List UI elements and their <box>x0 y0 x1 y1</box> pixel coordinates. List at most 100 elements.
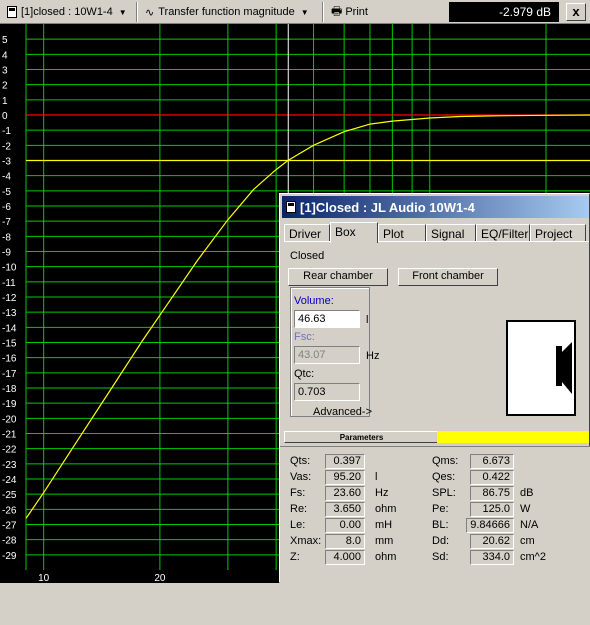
param-label: Le: <box>290 519 306 531</box>
y-tick-label: 3 <box>2 66 8 77</box>
toolbar-separator <box>136 2 138 22</box>
view-select[interactable]: ∿ Transfer function magnitude ▼ <box>142 2 312 22</box>
param-value: 95.20 <box>325 470 365 485</box>
param-label: Qes: <box>432 471 456 483</box>
param-value: 3.650 <box>325 502 365 517</box>
y-tick-label: -16 <box>2 354 17 365</box>
fsc-field: 43.07 <box>294 346 360 364</box>
y-tick-label: -23 <box>2 460 17 471</box>
tab-project[interactable]: Project <box>530 224 586 242</box>
param-label: Re: <box>290 503 308 515</box>
tab-driver[interactable]: Driver <box>284 224 330 242</box>
qtc-field: 0.703 <box>294 383 360 401</box>
param-label: SPL: <box>432 487 456 499</box>
volume-label: Volume: <box>294 295 334 307</box>
x-tick-label: 20 <box>154 573 166 583</box>
param-unit: ohm <box>375 503 397 515</box>
param-label: Xmax: <box>290 535 322 547</box>
y-tick-label: -1 <box>2 126 11 137</box>
y-tick-label: -20 <box>2 414 17 425</box>
advanced-button[interactable]: Advanced-> <box>313 406 372 418</box>
param-unit: W <box>520 503 531 515</box>
param-value: 0.397 <box>325 454 365 469</box>
fsc-unit: Hz <box>366 350 380 362</box>
dialog-title-bar[interactable]: [1]Closed : JL Audio 10W1-4 <box>282 196 589 218</box>
volume-input[interactable]: 46.63 <box>294 310 360 328</box>
y-tick-label: -22 <box>2 445 17 456</box>
y-tick-label: -26 <box>2 505 17 516</box>
tab-signal[interactable]: Signal <box>426 224 476 242</box>
cursor-readout: -2.979 dB <box>449 2 559 22</box>
window-icon <box>286 201 296 213</box>
view-select-label: Transfer function magnitude <box>158 6 295 18</box>
parameters-bar <box>437 431 589 443</box>
y-tick-label: -21 <box>2 430 17 441</box>
param-label: Z: <box>290 551 300 563</box>
y-tick-label: -2 <box>2 141 11 152</box>
param-unit: l <box>375 471 378 483</box>
y-tick-label: -24 <box>2 475 17 486</box>
y-tick-label: -17 <box>2 369 17 380</box>
param-label: Vas: <box>290 471 312 483</box>
param-value: 334.0 <box>470 550 514 565</box>
y-tick-label: -19 <box>2 399 17 410</box>
y-tick-label: 0 <box>2 111 8 122</box>
param-label: Sd: <box>432 551 449 563</box>
y-tick-label: -15 <box>2 339 17 350</box>
param-label: Dd: <box>432 535 450 547</box>
y-tick-label: -25 <box>2 490 17 501</box>
tab-eq-filter[interactable]: EQ/Filter <box>476 224 530 242</box>
print-button[interactable]: 🖶 Print <box>328 2 371 22</box>
tab-plot[interactable]: Plot <box>378 224 426 242</box>
print-label: Print <box>345 6 368 18</box>
toolbar: [1]closed : 10W1-4 ▼ ∿ Transfer function… <box>0 0 590 24</box>
y-tick-label: -27 <box>2 521 17 532</box>
y-tick-label: -11 <box>2 278 16 289</box>
y-tick-label: -9 <box>2 248 11 259</box>
waveform-icon: ∿ <box>145 6 155 19</box>
param-value: 125.0 <box>470 502 514 517</box>
tab-strip: Driver Box Plot Signal EQ/Filter Project <box>284 222 589 243</box>
param-value: 23.60 <box>325 486 365 501</box>
param-label: Fs: <box>290 487 306 499</box>
front-chamber-button[interactable]: Front chamber <box>398 268 498 286</box>
y-tick-label: 4 <box>2 50 8 61</box>
param-value: 4.000 <box>325 550 365 565</box>
y-tick-label: 2 <box>2 81 8 92</box>
param-value: 6.673 <box>470 454 514 469</box>
tab-label: Box <box>335 225 356 239</box>
box-diagram <box>506 320 576 416</box>
param-value: 20.62 <box>470 534 514 549</box>
param-label: BL: <box>432 519 449 531</box>
y-tick-label: -4 <box>2 172 11 183</box>
y-tick-label: 1 <box>2 96 8 107</box>
tab-label: Driver <box>289 227 321 241</box>
y-tick-label: -12 <box>2 293 17 304</box>
volume-unit: l <box>366 314 369 326</box>
rear-chamber-button[interactable]: Rear chamber <box>288 268 388 286</box>
param-value: 86.75 <box>470 486 514 501</box>
qtc-label: Qtc: <box>294 368 315 380</box>
param-value: 0.00 <box>325 518 365 533</box>
tab-label: EQ/Filter <box>481 227 529 241</box>
param-unit: cm^2 <box>520 551 546 563</box>
close-button[interactable]: x <box>566 3 586 21</box>
parameters-panel: Qts: 0.397 Vas: 95.20 l Fs: 23.60 Hz Re:… <box>280 446 590 584</box>
tab-box[interactable]: Box <box>330 222 378 243</box>
param-value: 9.84666 <box>466 518 514 533</box>
dialog-title: [1]Closed : JL Audio 10W1-4 <box>300 199 475 215</box>
printer-icon: 🖶 <box>331 3 343 18</box>
fsc-label: Fsc: <box>294 331 315 343</box>
param-label: Qts: <box>290 455 311 467</box>
param-value: 8.0 <box>325 534 365 549</box>
window-icon <box>7 6 17 18</box>
y-tick-label: -5 <box>2 187 11 198</box>
y-tick-label: 5 <box>2 35 8 46</box>
box-dialog: [1]Closed : JL Audio 10W1-4 Driver Box P… <box>279 193 590 584</box>
chevron-down-icon: ▼ <box>300 7 309 17</box>
chevron-down-icon: ▼ <box>118 7 127 17</box>
driver-select-label: [1]closed : 10W1-4 <box>21 6 113 18</box>
box-type-label: Closed <box>290 250 325 262</box>
driver-select[interactable]: [1]closed : 10W1-4 ▼ <box>4 2 130 22</box>
param-unit: cm <box>520 535 535 547</box>
